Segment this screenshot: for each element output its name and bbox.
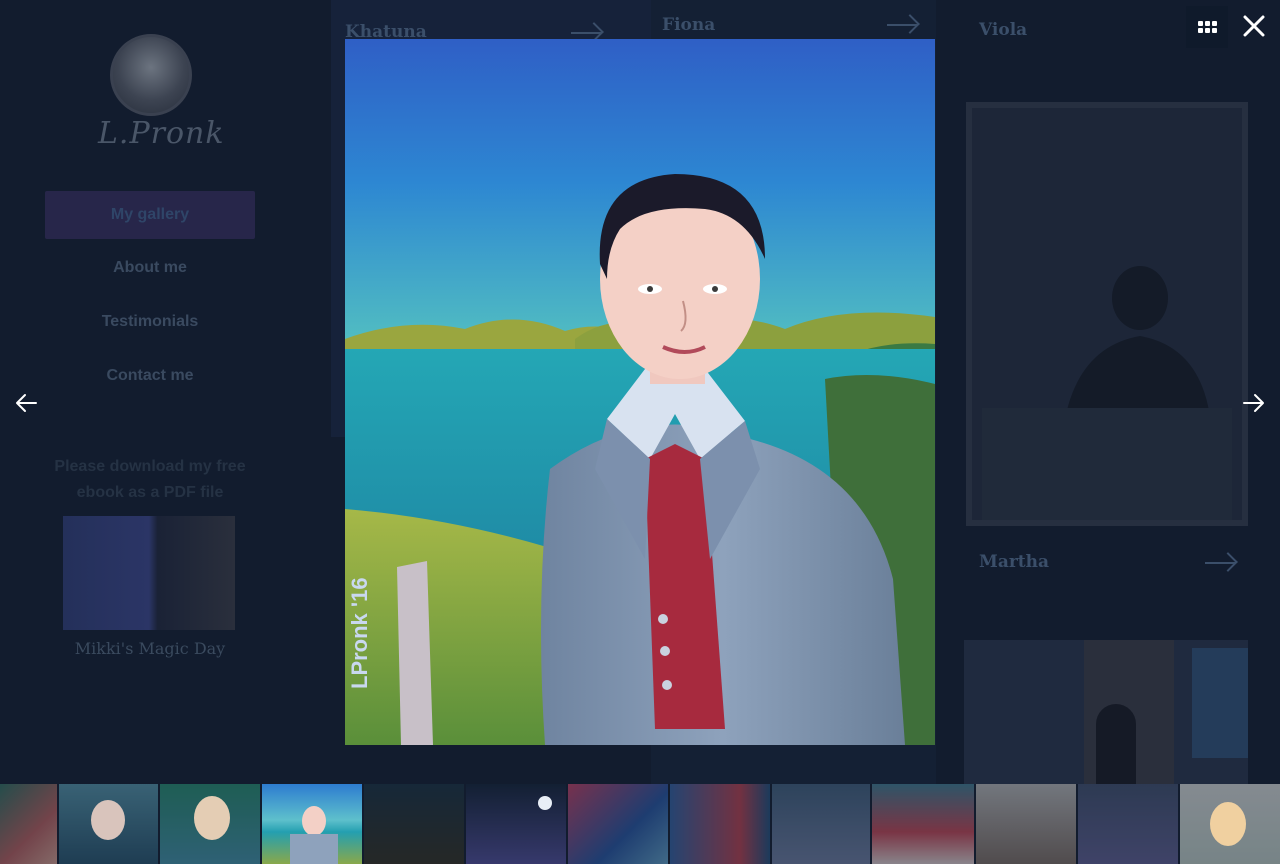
thumbnail[interactable]	[1078, 784, 1178, 864]
thumbnail-strip	[0, 784, 1280, 864]
gallery-card-title[interactable]: Viola	[979, 20, 1027, 40]
thumbnail-active[interactable]	[262, 784, 362, 864]
gallery-card-image[interactable]	[964, 640, 1248, 784]
thumbnail[interactable]	[772, 784, 870, 864]
sidebar: L.Pronk My gallery About me Testimonials…	[0, 0, 300, 864]
arrow-right-icon	[1243, 394, 1264, 412]
close-button[interactable]	[1234, 6, 1274, 46]
next-image-button[interactable]	[1234, 383, 1274, 423]
painting-figure	[982, 266, 1232, 520]
thumbnail[interactable]	[976, 784, 1076, 864]
ebook-prompt: Please download my free ebook as a PDF f…	[54, 458, 246, 501]
thumbnail[interactable]	[466, 784, 566, 864]
arrow-left-icon	[16, 394, 37, 412]
lightbox-painting: LPronk '16	[345, 39, 935, 745]
thumbnail[interactable]	[364, 784, 464, 864]
thumbnail[interactable]	[872, 784, 974, 864]
arrow-right-icon[interactable]	[887, 24, 917, 26]
ebook-cover-image[interactable]	[63, 516, 235, 630]
avatar	[110, 34, 192, 116]
thumbnail[interactable]	[0, 784, 57, 864]
thumbnail[interactable]	[59, 784, 158, 864]
nav-item-my-gallery[interactable]: My gallery	[45, 191, 255, 239]
nav-item-about-me[interactable]: About me	[45, 244, 255, 292]
gallery-card-title[interactable]: Martha	[979, 552, 1049, 572]
close-icon	[1243, 15, 1265, 37]
thumbnail[interactable]	[568, 784, 668, 864]
ebook-title[interactable]: Mikki's Magic Day	[60, 638, 240, 660]
previous-image-button[interactable]	[6, 383, 46, 423]
grid-view-button[interactable]	[1186, 6, 1228, 48]
arrow-right-icon[interactable]	[1205, 562, 1235, 564]
site-logo: L.Pronk	[98, 116, 225, 151]
gallery-card-title[interactable]: Fiona	[662, 15, 715, 35]
nav-item-testimonials[interactable]: Testimonials	[45, 298, 255, 346]
arrow-right-icon[interactable]	[571, 32, 601, 34]
gallery-card-image[interactable]	[966, 102, 1248, 526]
grid-icon	[1197, 21, 1217, 33]
thumbnail[interactable]	[670, 784, 770, 864]
thumbnail[interactable]	[1180, 784, 1280, 864]
nav-item-contact-me[interactable]: Contact me	[45, 352, 255, 400]
thumbnail[interactable]	[160, 784, 260, 864]
painting-signature: LPronk '16	[347, 577, 372, 689]
